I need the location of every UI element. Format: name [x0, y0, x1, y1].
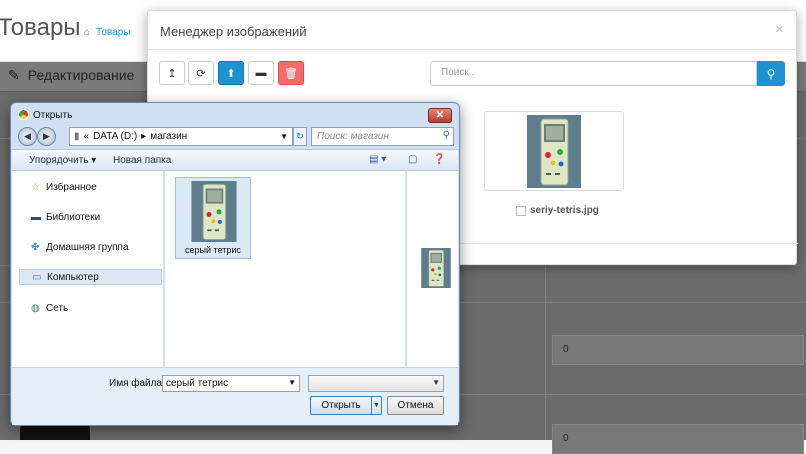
navigation-pane: ☆ Избранное ▬ Библиотеки ✤ Домашняя группа … [12, 171, 164, 367]
folder-icon: ▮ [74, 131, 80, 142]
preview-pane [406, 171, 458, 367]
nav-item-network[interactable]: ◍ Сеть [19, 301, 162, 317]
filename-field[interactable]: серый тетрис ▼ [162, 375, 300, 392]
sort-order-field[interactable]: 0 [552, 424, 804, 454]
search-input[interactable]: Поиск: магазин ⚲ [311, 127, 454, 146]
search-placeholder: Поиск: магазин [317, 131, 389, 142]
nav-item-label: Домашняя группа [46, 242, 129, 253]
dialog-title: Открыть [33, 110, 73, 121]
search-icon: ⚲ [442, 130, 450, 141]
computer-icon: ▭ [32, 272, 42, 283]
open-file-dialog: Открыть ✕ ◀ ▶ ▮ « DATA (D:) ▸ магазин ▼ … [10, 102, 460, 426]
library-icon: ▬ [31, 212, 41, 223]
divider [148, 49, 798, 50]
chevron-down-icon[interactable]: ▼ [280, 132, 288, 141]
command-bar: Упорядочить ▾ Новая папка ▤ ▾ ▢ ❓ [12, 149, 458, 171]
image-select[interactable]: seriy-tetris.jpg [516, 205, 599, 216]
folder-icon: ▬ [255, 67, 267, 79]
breadcrumb-item-products[interactable]: Товары [96, 27, 130, 38]
close-button[interactable]: ✕ [428, 108, 452, 123]
refresh-icon: ↻ [296, 131, 304, 141]
file-item[interactable]: серый тетрис [175, 177, 251, 259]
search-input[interactable]: Поиск.. [430, 61, 757, 86]
image-filename: seriy-tetris.jpg [530, 205, 599, 216]
panel-title-text: Редактирование [27, 67, 135, 83]
open-button[interactable]: Открыть [310, 396, 372, 415]
breadcrumb-folder[interactable]: магазин [150, 131, 187, 142]
upload-button[interactable]: ⬆ [218, 61, 244, 85]
refresh-icon: ⟳ [196, 67, 206, 80]
breadcrumb-overflow[interactable]: « [84, 131, 90, 142]
image-thumbnail[interactable] [484, 111, 624, 191]
image-checkbox[interactable] [516, 205, 526, 216]
refresh-button[interactable]: ⟳ [188, 61, 214, 85]
forward-arrow-icon: ▶ [43, 131, 50, 141]
refresh-button[interactable]: ↻ [293, 127, 307, 146]
filename-value: серый тетрис [166, 378, 229, 389]
divider [545, 260, 546, 440]
panel-title: ✎ Редактирование [8, 67, 134, 84]
new-folder-button[interactable]: Новая папка [113, 155, 171, 166]
help-icon[interactable]: ❓ [433, 154, 445, 165]
quantity-field[interactable]: 0 [552, 335, 804, 365]
delete-button[interactable]: 🗑 [278, 61, 304, 85]
nav-item-label: Библиотеки [46, 212, 101, 223]
home-icon[interactable]: ⌂ [84, 27, 90, 38]
breadcrumb-drive[interactable]: DATA (D:) [93, 131, 137, 142]
search-button[interactable]: ⚲ [757, 61, 785, 86]
filename-label: Имя файла: [109, 378, 165, 389]
back-button[interactable]: ◀ [18, 127, 37, 146]
nav-item-label: Избранное [46, 182, 97, 193]
dialog-footer: Имя файла: серый тетрис ▼ ▼ Открыть ▼ Отм… [12, 367, 458, 425]
open-options-button[interactable]: ▼ [371, 396, 382, 415]
chrome-icon [18, 109, 29, 120]
new-folder-button[interactable]: ▬ [248, 61, 274, 85]
file-item-label: серый тетрис [185, 245, 241, 255]
homegroup-icon: ✤ [31, 242, 40, 253]
nav-item-label: Компьютер [47, 272, 99, 283]
organize-button[interactable]: Упорядочить ▾ [29, 155, 96, 166]
nav-item-label: Сеть [46, 303, 69, 314]
parent-folder-button[interactable]: ↥ [159, 61, 185, 85]
upload-icon: ⬆ [226, 67, 236, 80]
file-list: серый тетрис [165, 171, 405, 367]
star-icon: ☆ [31, 182, 40, 193]
address-bar[interactable]: ▮ « DATA (D:) ▸ магазин ▼ [69, 127, 293, 146]
cancel-button[interactable]: Отмена [387, 396, 444, 415]
search-icon: ⚲ [766, 66, 776, 81]
tetris-image [527, 115, 581, 188]
chevron-down-icon[interactable]: ▼ [288, 378, 296, 387]
back-arrow-icon: ◀ [24, 131, 31, 141]
modal-title: Менеджер изображений [160, 24, 307, 39]
close-icon[interactable]: × [775, 21, 784, 38]
chevron-down-icon: ▼ [373, 402, 380, 409]
nav-item-computer[interactable]: ▭ Компьютер [19, 269, 162, 285]
nav-item-homegroup[interactable]: ✤ Домашняя группа [19, 240, 162, 256]
chevron-down-icon[interactable]: ▼ [432, 378, 440, 387]
nav-item-libraries[interactable]: ▬ Библиотеки [19, 210, 162, 226]
file-thumbnail [189, 181, 239, 242]
preview-image [421, 248, 451, 288]
network-icon: ◍ [31, 303, 40, 314]
preview-pane-icon[interactable]: ▢ [408, 154, 417, 165]
page-title: Товары [0, 14, 81, 41]
pencil-icon: ✎ [8, 67, 20, 83]
breadcrumb: ⌂ Товары [84, 27, 130, 38]
trash-icon: 🗑 [284, 67, 298, 80]
filetype-select[interactable]: ▼ [308, 375, 444, 392]
level-up-icon: ↥ [167, 67, 177, 80]
nav-item-favorites[interactable]: ☆ Избранное [19, 180, 162, 196]
breadcrumb-separator[interactable]: ▸ [141, 131, 146, 142]
forward-button[interactable]: ▶ [37, 127, 56, 146]
view-options-icon[interactable]: ▤ ▾ [369, 154, 386, 165]
